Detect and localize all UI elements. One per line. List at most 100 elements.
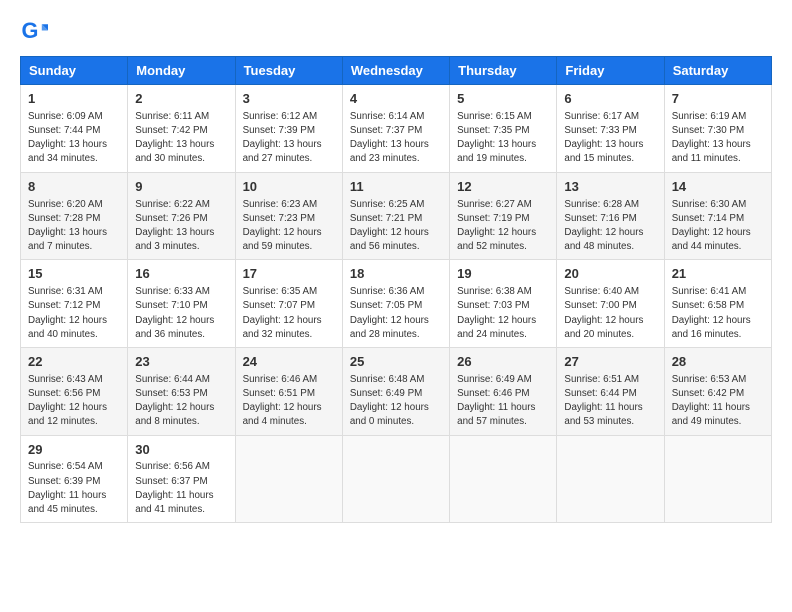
calendar-day-cell: 11Sunrise: 6:25 AM Sunset: 7:21 PM Dayli… xyxy=(342,172,449,260)
logo: G xyxy=(20,18,52,46)
day-number: 26 xyxy=(457,353,549,372)
day-info: Sunrise: 6:22 AM Sunset: 7:26 PM Dayligh… xyxy=(135,198,227,255)
day-number: 11 xyxy=(350,178,442,197)
calendar-day-cell xyxy=(664,435,771,523)
calendar-header-row: SundayMondayTuesdayWednesdayThursdayFrid… xyxy=(21,57,772,85)
day-number: 16 xyxy=(135,265,227,284)
day-number: 10 xyxy=(243,178,335,197)
day-number: 12 xyxy=(457,178,549,197)
calendar-day-cell xyxy=(557,435,664,523)
calendar-day-cell xyxy=(342,435,449,523)
calendar-header-cell: Saturday xyxy=(664,57,771,85)
day-number: 22 xyxy=(28,353,120,372)
calendar-day-cell: 25Sunrise: 6:48 AM Sunset: 6:49 PM Dayli… xyxy=(342,347,449,435)
calendar-header-cell: Friday xyxy=(557,57,664,85)
day-number: 13 xyxy=(564,178,656,197)
calendar-day-cell: 28Sunrise: 6:53 AM Sunset: 6:42 PM Dayli… xyxy=(664,347,771,435)
day-info: Sunrise: 6:44 AM Sunset: 6:53 PM Dayligh… xyxy=(135,373,227,430)
calendar-day-cell: 17Sunrise: 6:35 AM Sunset: 7:07 PM Dayli… xyxy=(235,260,342,348)
calendar-day-cell: 23Sunrise: 6:44 AM Sunset: 6:53 PM Dayli… xyxy=(128,347,235,435)
day-info: Sunrise: 6:27 AM Sunset: 7:19 PM Dayligh… xyxy=(457,198,549,255)
day-info: Sunrise: 6:56 AM Sunset: 6:37 PM Dayligh… xyxy=(135,460,227,517)
calendar-week-row: 8Sunrise: 6:20 AM Sunset: 7:28 PM Daylig… xyxy=(21,172,772,260)
calendar-day-cell: 19Sunrise: 6:38 AM Sunset: 7:03 PM Dayli… xyxy=(450,260,557,348)
calendar-day-cell: 16Sunrise: 6:33 AM Sunset: 7:10 PM Dayli… xyxy=(128,260,235,348)
day-info: Sunrise: 6:51 AM Sunset: 6:44 PM Dayligh… xyxy=(564,373,656,430)
calendar-day-cell: 9Sunrise: 6:22 AM Sunset: 7:26 PM Daylig… xyxy=(128,172,235,260)
day-number: 17 xyxy=(243,265,335,284)
day-info: Sunrise: 6:28 AM Sunset: 7:16 PM Dayligh… xyxy=(564,198,656,255)
day-info: Sunrise: 6:54 AM Sunset: 6:39 PM Dayligh… xyxy=(28,460,120,517)
day-number: 4 xyxy=(350,90,442,109)
calendar-day-cell: 4Sunrise: 6:14 AM Sunset: 7:37 PM Daylig… xyxy=(342,85,449,173)
calendar-day-cell: 5Sunrise: 6:15 AM Sunset: 7:35 PM Daylig… xyxy=(450,85,557,173)
day-number: 24 xyxy=(243,353,335,372)
calendar-header-cell: Wednesday xyxy=(342,57,449,85)
calendar-week-row: 29Sunrise: 6:54 AM Sunset: 6:39 PM Dayli… xyxy=(21,435,772,523)
calendar-day-cell: 14Sunrise: 6:30 AM Sunset: 7:14 PM Dayli… xyxy=(664,172,771,260)
day-info: Sunrise: 6:53 AM Sunset: 6:42 PM Dayligh… xyxy=(672,373,764,430)
calendar-day-cell: 15Sunrise: 6:31 AM Sunset: 7:12 PM Dayli… xyxy=(21,260,128,348)
logo-icon: G xyxy=(20,18,48,46)
calendar-week-row: 15Sunrise: 6:31 AM Sunset: 7:12 PM Dayli… xyxy=(21,260,772,348)
day-number: 18 xyxy=(350,265,442,284)
calendar-day-cell: 2Sunrise: 6:11 AM Sunset: 7:42 PM Daylig… xyxy=(128,85,235,173)
calendar-day-cell: 18Sunrise: 6:36 AM Sunset: 7:05 PM Dayli… xyxy=(342,260,449,348)
day-number: 27 xyxy=(564,353,656,372)
day-info: Sunrise: 6:17 AM Sunset: 7:33 PM Dayligh… xyxy=(564,110,656,167)
day-info: Sunrise: 6:19 AM Sunset: 7:30 PM Dayligh… xyxy=(672,110,764,167)
day-info: Sunrise: 6:20 AM Sunset: 7:28 PM Dayligh… xyxy=(28,198,120,255)
calendar-day-cell: 3Sunrise: 6:12 AM Sunset: 7:39 PM Daylig… xyxy=(235,85,342,173)
day-number: 8 xyxy=(28,178,120,197)
calendar-day-cell: 12Sunrise: 6:27 AM Sunset: 7:19 PM Dayli… xyxy=(450,172,557,260)
calendar-day-cell: 29Sunrise: 6:54 AM Sunset: 6:39 PM Dayli… xyxy=(21,435,128,523)
calendar-day-cell: 7Sunrise: 6:19 AM Sunset: 7:30 PM Daylig… xyxy=(664,85,771,173)
header: G xyxy=(20,18,772,46)
calendar-day-cell: 10Sunrise: 6:23 AM Sunset: 7:23 PM Dayli… xyxy=(235,172,342,260)
calendar-day-cell: 1Sunrise: 6:09 AM Sunset: 7:44 PM Daylig… xyxy=(21,85,128,173)
calendar-day-cell: 26Sunrise: 6:49 AM Sunset: 6:46 PM Dayli… xyxy=(450,347,557,435)
page: G SundayMondayTuesdayWednesdayThursdayFr… xyxy=(0,0,792,535)
day-info: Sunrise: 6:36 AM Sunset: 7:05 PM Dayligh… xyxy=(350,285,442,342)
day-info: Sunrise: 6:49 AM Sunset: 6:46 PM Dayligh… xyxy=(457,373,549,430)
day-info: Sunrise: 6:43 AM Sunset: 6:56 PM Dayligh… xyxy=(28,373,120,430)
day-info: Sunrise: 6:30 AM Sunset: 7:14 PM Dayligh… xyxy=(672,198,764,255)
day-info: Sunrise: 6:11 AM Sunset: 7:42 PM Dayligh… xyxy=(135,110,227,167)
day-number: 7 xyxy=(672,90,764,109)
day-number: 29 xyxy=(28,441,120,460)
calendar-week-row: 1Sunrise: 6:09 AM Sunset: 7:44 PM Daylig… xyxy=(21,85,772,173)
day-number: 21 xyxy=(672,265,764,284)
day-number: 5 xyxy=(457,90,549,109)
day-info: Sunrise: 6:38 AM Sunset: 7:03 PM Dayligh… xyxy=(457,285,549,342)
day-number: 20 xyxy=(564,265,656,284)
day-info: Sunrise: 6:46 AM Sunset: 6:51 PM Dayligh… xyxy=(243,373,335,430)
calendar-header-cell: Monday xyxy=(128,57,235,85)
day-info: Sunrise: 6:40 AM Sunset: 7:00 PM Dayligh… xyxy=(564,285,656,342)
day-info: Sunrise: 6:31 AM Sunset: 7:12 PM Dayligh… xyxy=(28,285,120,342)
day-info: Sunrise: 6:33 AM Sunset: 7:10 PM Dayligh… xyxy=(135,285,227,342)
day-number: 2 xyxy=(135,90,227,109)
day-info: Sunrise: 6:15 AM Sunset: 7:35 PM Dayligh… xyxy=(457,110,549,167)
calendar-header-cell: Tuesday xyxy=(235,57,342,85)
day-info: Sunrise: 6:48 AM Sunset: 6:49 PM Dayligh… xyxy=(350,373,442,430)
day-number: 30 xyxy=(135,441,227,460)
calendar-table: SundayMondayTuesdayWednesdayThursdayFrid… xyxy=(20,56,772,523)
calendar-day-cell: 24Sunrise: 6:46 AM Sunset: 6:51 PM Dayli… xyxy=(235,347,342,435)
day-number: 28 xyxy=(672,353,764,372)
day-number: 19 xyxy=(457,265,549,284)
calendar-day-cell: 22Sunrise: 6:43 AM Sunset: 6:56 PM Dayli… xyxy=(21,347,128,435)
day-info: Sunrise: 6:35 AM Sunset: 7:07 PM Dayligh… xyxy=(243,285,335,342)
day-number: 6 xyxy=(564,90,656,109)
calendar-header-cell: Sunday xyxy=(21,57,128,85)
calendar-week-row: 22Sunrise: 6:43 AM Sunset: 6:56 PM Dayli… xyxy=(21,347,772,435)
day-number: 14 xyxy=(672,178,764,197)
day-info: Sunrise: 6:25 AM Sunset: 7:21 PM Dayligh… xyxy=(350,198,442,255)
calendar-day-cell xyxy=(450,435,557,523)
calendar-day-cell xyxy=(235,435,342,523)
calendar-header-cell: Thursday xyxy=(450,57,557,85)
calendar-day-cell: 6Sunrise: 6:17 AM Sunset: 7:33 PM Daylig… xyxy=(557,85,664,173)
calendar-day-cell: 30Sunrise: 6:56 AM Sunset: 6:37 PM Dayli… xyxy=(128,435,235,523)
day-info: Sunrise: 6:23 AM Sunset: 7:23 PM Dayligh… xyxy=(243,198,335,255)
day-info: Sunrise: 6:41 AM Sunset: 6:58 PM Dayligh… xyxy=(672,285,764,342)
day-number: 25 xyxy=(350,353,442,372)
